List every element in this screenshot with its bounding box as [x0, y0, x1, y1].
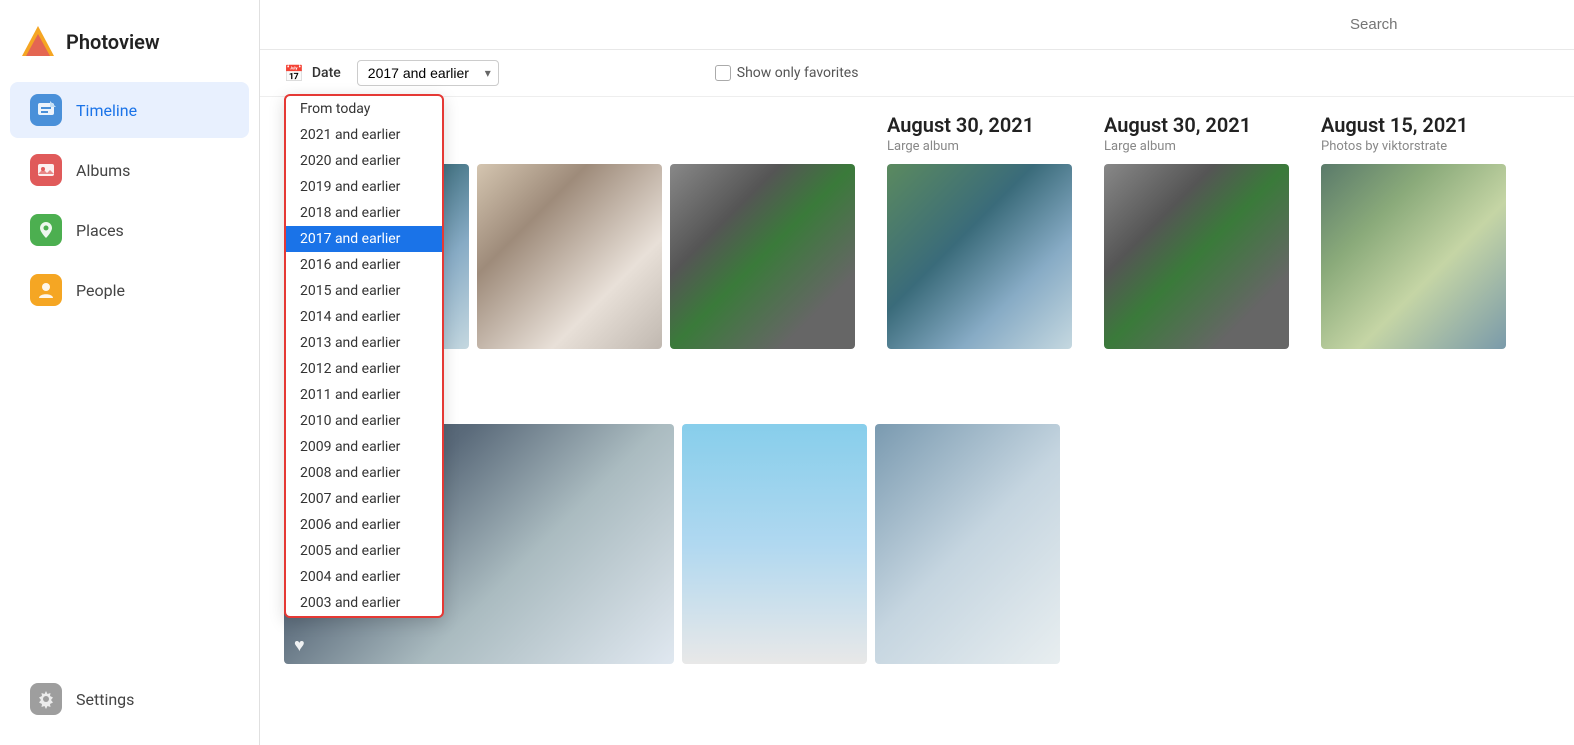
dropdown-item-2007[interactable]: 2007 and earlier	[286, 486, 442, 512]
date-dropdown[interactable]: From today 2021 and earlier 2020 and ear…	[357, 60, 499, 86]
album-date-2: August 30, 2021	[887, 113, 1072, 137]
date-filter-section: 📅 Date	[284, 64, 341, 83]
dropdown-item-2006[interactable]: 2006 and earlier	[286, 512, 442, 538]
dropdown-item-2018[interactable]: 2018 and earlier	[286, 200, 442, 226]
photo-thumb[interactable]	[670, 164, 855, 349]
dropdown-item-from-today[interactable]: From today	[286, 96, 442, 122]
dropdown-item-2019[interactable]: 2019 and earlier	[286, 174, 442, 200]
favorites-checkbox-label[interactable]: Show only favorites	[715, 65, 859, 81]
dropdown-item-2005[interactable]: 2005 and earlier	[286, 538, 442, 564]
album-name-5: Photos by viktorstrate	[284, 399, 1550, 414]
dropdown-item-2017[interactable]: 2017 and earlier	[286, 226, 442, 252]
date-section-aug30: August 30, 2021 Large album August 30, 2…	[284, 113, 1550, 349]
photo-thumb[interactable]	[477, 164, 662, 349]
main-content: 📅 Date From today 2021 and earlier 2020 …	[260, 0, 1574, 745]
album-date-3: August 30, 2021	[1104, 113, 1289, 137]
favorites-label: Show only favorites	[737, 65, 859, 81]
date-section-aug11: August 11, 2021 Photos by viktorstrate ♥	[284, 373, 1550, 664]
photo-thumb[interactable]	[1321, 164, 1506, 349]
timeline-icon	[30, 94, 62, 126]
dropdown-item-2010[interactable]: 2010 and earlier	[286, 408, 442, 434]
places-icon	[30, 214, 62, 246]
date-filter-label: Date	[312, 65, 341, 81]
album-group-2: August 30, 2021 Large album	[887, 113, 1072, 349]
dropdown-item-2008[interactable]: 2008 and earlier	[286, 460, 442, 486]
places-label: Places	[76, 221, 124, 240]
photo-area: August 30, 2021 Large album August 30, 2…	[260, 97, 1574, 745]
dropdown-item-2020[interactable]: 2020 and earlier	[286, 148, 442, 174]
album-group-5: August 11, 2021 Photos by viktorstrate ♥	[284, 373, 1550, 664]
album-photos-5: ♥	[284, 424, 1550, 664]
dropdown-item-2021[interactable]: 2021 and earlier	[286, 122, 442, 148]
search-input[interactable]	[1350, 16, 1550, 33]
date-dropdown-wrapper: From today 2021 and earlier 2020 and ear…	[357, 60, 499, 86]
favorites-checkbox[interactable]	[715, 65, 731, 81]
dropdown-item-2016[interactable]: 2016 and earlier	[286, 252, 442, 278]
album-date-4: August 15, 2021	[1321, 113, 1506, 137]
header	[260, 0, 1574, 50]
album-group-4: August 15, 2021 Photos by viktorstrate	[1321, 113, 1506, 349]
album-photos-2	[887, 164, 1072, 349]
date-calendar-icon: 📅	[284, 64, 304, 83]
sidebar: Photoview Timeline Albums	[0, 0, 260, 745]
dropdown-overlay: From today 2021 and earlier 2020 and ear…	[284, 94, 444, 618]
dropdown-item-2009[interactable]: 2009 and earlier	[286, 434, 442, 460]
people-icon	[30, 274, 62, 306]
album-name-3: Large album	[1104, 139, 1289, 154]
dropdown-item-2003[interactable]: 2003 and earlier	[286, 590, 442, 616]
timeline-label: Timeline	[76, 101, 137, 120]
albums-icon	[30, 154, 62, 186]
dropdown-item-2004[interactable]: 2004 and earlier	[286, 564, 442, 590]
dropdown-item-2014[interactable]: 2014 and earlier	[286, 304, 442, 330]
sidebar-item-settings[interactable]: Settings	[10, 671, 249, 727]
album-photos-4	[1321, 164, 1506, 349]
sidebar-item-albums[interactable]: Albums	[10, 142, 249, 198]
app-name: Photoview	[66, 30, 160, 54]
album-name-2: Large album	[887, 139, 1072, 154]
album-name-4: Photos by viktorstrate	[1321, 139, 1506, 154]
settings-label: Settings	[76, 690, 134, 709]
logo-area: Photoview	[0, 16, 259, 80]
album-photos-3	[1104, 164, 1289, 349]
dropdown-item-2011[interactable]: 2011 and earlier	[286, 382, 442, 408]
album-group-3: August 30, 2021 Large album	[1104, 113, 1289, 349]
dropdown-item-2015[interactable]: 2015 and earlier	[286, 278, 442, 304]
dropdown-item-2012[interactable]: 2012 and earlier	[286, 356, 442, 382]
photo-thumb[interactable]	[682, 424, 867, 664]
album-date-5: August 11, 2021	[284, 373, 1550, 397]
albums-label: Albums	[76, 161, 130, 180]
photo-thumb[interactable]	[887, 164, 1072, 349]
favorite-heart-icon: ♥	[294, 635, 305, 656]
people-label: People	[76, 281, 125, 300]
sidebar-item-places[interactable]: Places	[10, 202, 249, 258]
photo-thumb[interactable]	[875, 424, 1060, 664]
sidebar-item-people[interactable]: People	[10, 262, 249, 318]
filter-bar: 📅 Date From today 2021 and earlier 2020 …	[260, 50, 1574, 97]
photo-thumb[interactable]	[1104, 164, 1289, 349]
settings-icon	[30, 683, 62, 715]
app-logo-icon	[20, 24, 56, 60]
dropdown-item-2013[interactable]: 2013 and earlier	[286, 330, 442, 356]
sidebar-item-timeline[interactable]: Timeline	[10, 82, 249, 138]
